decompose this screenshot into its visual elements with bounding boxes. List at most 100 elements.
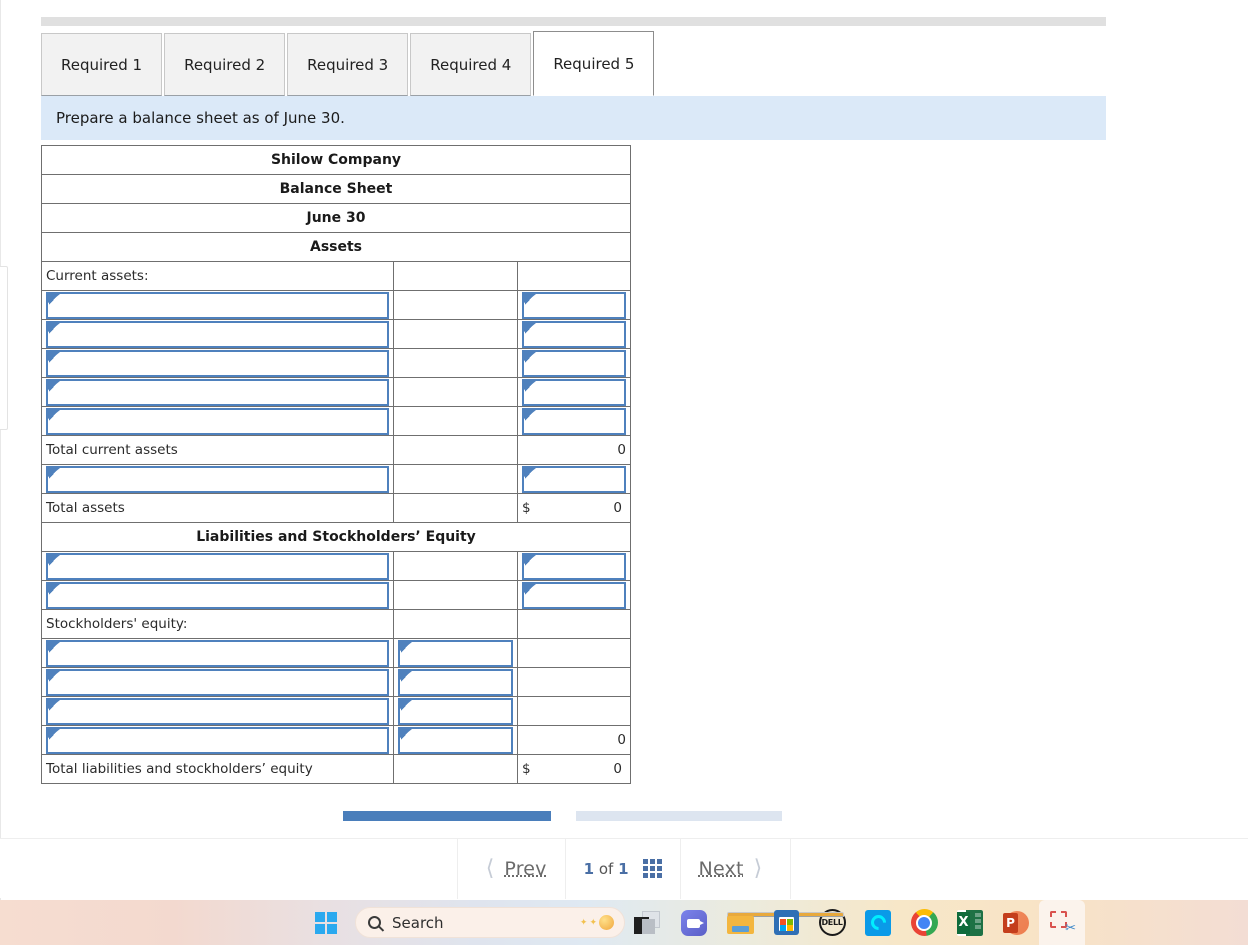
table-row	[41, 667, 631, 697]
account-name-input[interactable]	[46, 465, 389, 493]
top-scroll-bar[interactable]	[41, 17, 1106, 26]
prev-segment[interactable]: ⟨ Prev	[456, 838, 565, 899]
cell-amount-input[interactable]	[393, 667, 518, 697]
amount-input[interactable]	[522, 378, 626, 406]
cell-account-input[interactable]	[41, 667, 394, 697]
taskbar-alexa[interactable]	[855, 900, 901, 945]
cell-amount-input[interactable]	[517, 464, 631, 494]
taskbar-powerpoint[interactable]: P	[993, 900, 1039, 945]
cell-account-input[interactable]	[41, 638, 394, 668]
cell-amount-input[interactable]	[517, 551, 631, 581]
tab-required-2[interactable]: Required 2	[164, 33, 286, 96]
dropdown-triangle-icon	[49, 352, 58, 363]
cell-amount-input[interactable]	[393, 725, 518, 755]
amount-input[interactable]	[522, 465, 626, 493]
cell-amount-input[interactable]	[517, 319, 631, 349]
table-row	[41, 696, 631, 726]
tab-required-4[interactable]: Required 4	[410, 33, 532, 96]
row-label-total-liabilities-equity: Total liabilities and stockholders’ equi…	[41, 754, 394, 784]
account-name-input[interactable]	[46, 697, 389, 725]
amount-input[interactable]	[522, 552, 626, 580]
prev-button[interactable]: Prev	[504, 858, 546, 880]
taskbar-search-box[interactable]: Search ✦ ✦	[355, 907, 625, 938]
cell-amount-input[interactable]	[517, 580, 631, 610]
taskbar-snipping-tool[interactable]: ✂	[1039, 900, 1085, 945]
cell-mid	[393, 493, 518, 523]
taskbar-microsoft-store[interactable]	[763, 900, 809, 945]
alexa-icon	[865, 909, 891, 936]
currency-symbol: $	[522, 500, 531, 516]
section-header-liabilities: Liabilities and Stockholders’ Equity	[41, 522, 631, 552]
taskbar-file-explorer[interactable]	[625, 900, 671, 945]
next-segment[interactable]: Next ⟩	[679, 838, 792, 899]
cell-account-input[interactable]	[41, 377, 394, 407]
cell-amount-input[interactable]	[393, 696, 518, 726]
tab-required-1[interactable]: Required 1	[41, 33, 163, 96]
cell-account-input[interactable]	[41, 348, 394, 378]
account-name-input[interactable]	[46, 552, 389, 580]
taskbar-chrome[interactable]	[901, 900, 947, 945]
cell-amount-input[interactable]	[517, 377, 631, 407]
account-name-input[interactable]	[46, 581, 389, 609]
amount-input[interactable]	[522, 291, 626, 319]
cell-account-input[interactable]	[41, 725, 394, 755]
cell-mid	[393, 348, 518, 378]
account-name-input[interactable]	[46, 668, 389, 696]
cell-account-input[interactable]	[41, 319, 394, 349]
amount-input[interactable]	[522, 581, 626, 609]
account-name-input[interactable]	[46, 726, 389, 754]
amount-input[interactable]	[398, 697, 513, 725]
cell-account-input[interactable]	[41, 290, 394, 320]
chevron-right-icon[interactable]: ⟩	[754, 856, 763, 881]
tab-label: Required 3	[307, 55, 389, 74]
taskbar-teams[interactable]	[671, 900, 717, 945]
horizontal-scrollbar-thumb-secondary[interactable]	[576, 811, 782, 821]
ppt-letter: P	[1003, 912, 1018, 933]
grid-view-icon[interactable]	[642, 859, 662, 878]
account-name-input[interactable]	[46, 407, 389, 435]
amount-text: 0	[613, 761, 622, 777]
amount-input[interactable]	[522, 349, 626, 377]
account-name-input[interactable]	[46, 291, 389, 319]
table-row	[41, 551, 631, 581]
cell-account-input[interactable]	[41, 696, 394, 726]
taskbar-excel[interactable]: X	[947, 900, 993, 945]
table-row-total-assets: Total assets $ 0	[41, 493, 631, 523]
cell-account-input[interactable]	[41, 464, 394, 494]
amount-input[interactable]	[398, 668, 513, 696]
chevron-left-icon[interactable]: ⟨	[486, 856, 495, 881]
cell-amount-input[interactable]	[393, 638, 518, 668]
taskbar-dell[interactable]: DELL	[809, 900, 855, 945]
start-button[interactable]	[303, 900, 349, 945]
cell-amount-input[interactable]	[517, 406, 631, 436]
cell-account-input[interactable]	[41, 551, 394, 581]
dropdown-triangle-icon	[401, 642, 410, 653]
cell-amount-input[interactable]	[517, 348, 631, 378]
tab-required-3[interactable]: Required 3	[287, 33, 409, 96]
instruction-text: Prepare a balance sheet as of June 30.	[56, 109, 345, 127]
dropdown-triangle-icon	[49, 410, 58, 421]
account-name-input[interactable]	[46, 320, 389, 348]
next-button[interactable]: Next	[699, 858, 744, 880]
horizontal-scrollbar-track[interactable]	[41, 811, 1106, 821]
dropdown-triangle-icon	[49, 381, 58, 392]
section-header-assets: Assets	[41, 232, 631, 262]
cell-mid	[393, 261, 518, 291]
dropdown-triangle-icon	[401, 700, 410, 711]
account-name-input[interactable]	[46, 349, 389, 377]
taskbar-folder[interactable]	[717, 900, 844, 945]
cell-mid	[393, 551, 518, 581]
cell-account-input[interactable]	[41, 580, 394, 610]
amount-input[interactable]	[398, 726, 513, 754]
amount-input[interactable]	[522, 407, 626, 435]
amount-input[interactable]	[522, 320, 626, 348]
horizontal-scrollbar-thumb[interactable]	[343, 811, 551, 821]
table-row-total-liabilities-equity: Total liabilities and stockholders’ equi…	[41, 754, 631, 784]
amount-input[interactable]	[398, 639, 513, 667]
account-name-input[interactable]	[46, 378, 389, 406]
cell-right	[517, 609, 631, 639]
tab-required-5[interactable]: Required 5	[533, 31, 655, 96]
account-name-input[interactable]	[46, 639, 389, 667]
cell-account-input[interactable]	[41, 406, 394, 436]
cell-amount-input[interactable]	[517, 290, 631, 320]
